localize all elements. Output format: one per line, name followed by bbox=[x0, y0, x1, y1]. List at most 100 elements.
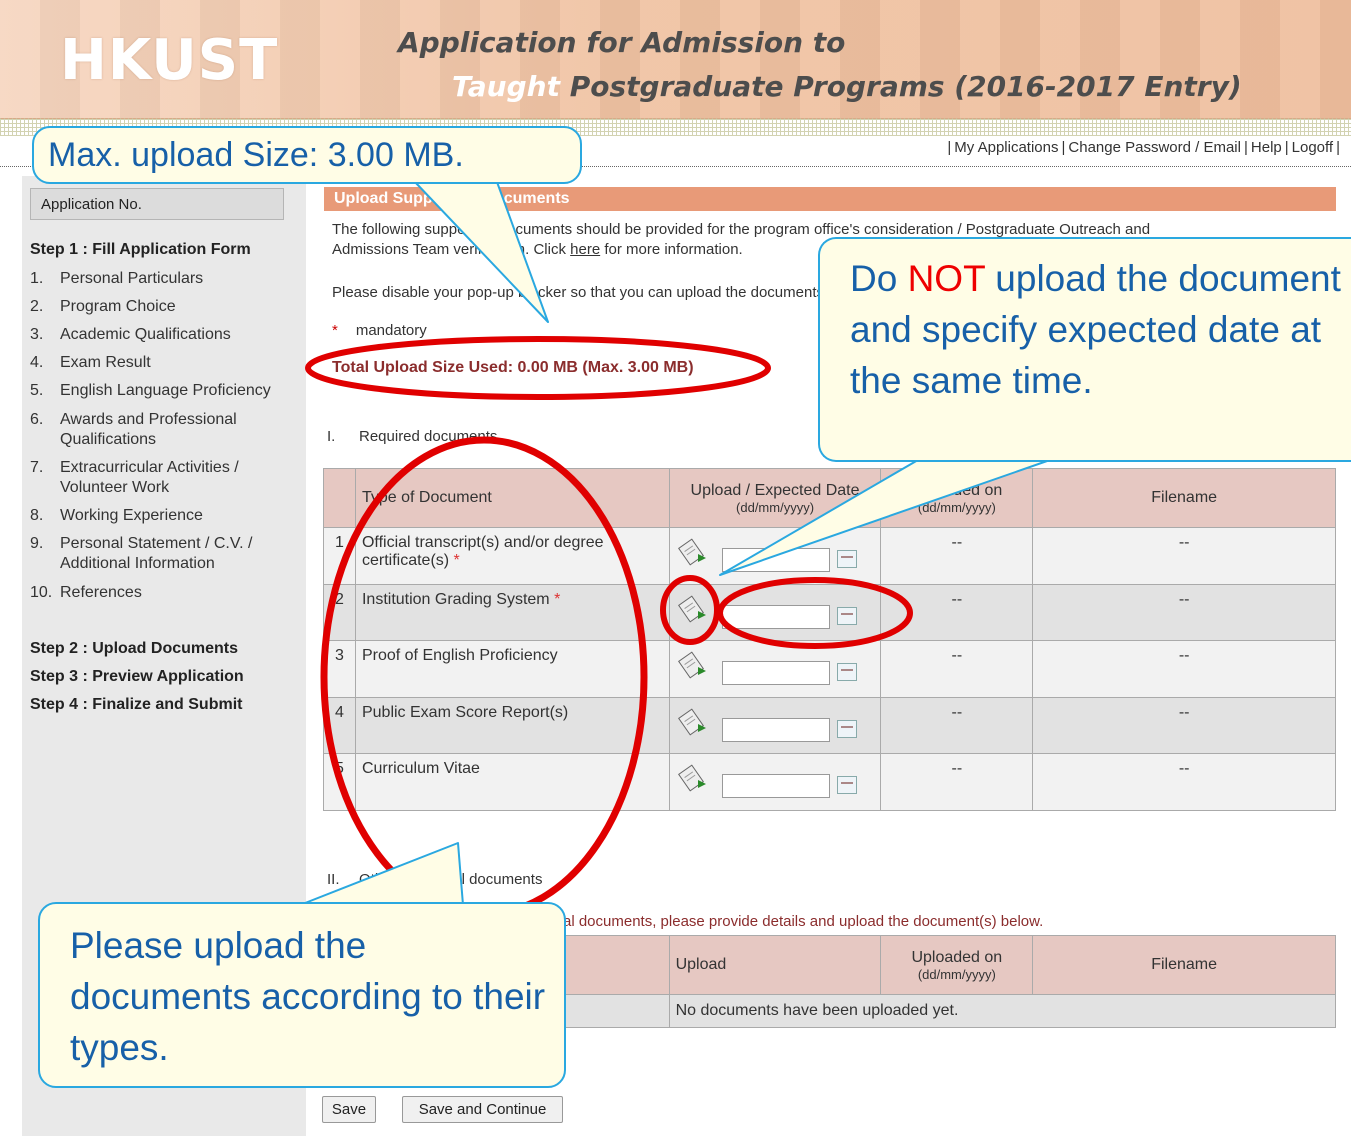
step3-label[interactable]: Step 3 : Preview Application bbox=[30, 668, 244, 686]
num-header bbox=[323, 468, 356, 528]
upload-cell bbox=[668, 697, 882, 754]
upload-header: Upload / Expected Date (dd/mm/yyyy) bbox=[668, 468, 882, 528]
upload-header-label: Upload / Expected Date bbox=[690, 481, 860, 499]
sidebar-item-working-experience[interactable]: 8. Working Experience bbox=[30, 506, 290, 526]
application-no-box: Application No. bbox=[30, 188, 284, 220]
callout-do: Do bbox=[850, 258, 908, 299]
required-title: Required documents bbox=[359, 428, 498, 445]
row-num: 2 bbox=[323, 584, 356, 641]
upload-by-type-callout: Please upload the documents according to… bbox=[38, 902, 566, 1088]
other-docs-title: II. Other additional documents bbox=[327, 871, 542, 888]
doc-type-cell: Institution Grading System * bbox=[354, 584, 670, 641]
sidebar-item-academic-qualifications[interactable]: 3. Academic Qualifications bbox=[30, 325, 290, 345]
sidebar-item-exam-result[interactable]: 4. Exam Result bbox=[30, 353, 290, 373]
save-and-continue-button[interactable]: Save and Continue bbox=[402, 1096, 563, 1123]
row-num: 3 bbox=[323, 640, 356, 698]
mandatory-label: mandatory bbox=[355, 322, 427, 339]
sidebar-item-program-choice[interactable]: 2. Program Choice bbox=[30, 297, 290, 317]
doc-type-cell: Curriculum Vitae bbox=[354, 753, 670, 811]
sidebar-item-personal-statement[interactable]: 9. Personal Statement / C.V. / Additional… bbox=[30, 534, 290, 574]
calendar-icon[interactable] bbox=[836, 607, 857, 625]
change-password-link[interactable]: Change Password / Email bbox=[1068, 139, 1241, 156]
expected-date-input[interactable] bbox=[721, 605, 830, 629]
help-link[interactable]: Help bbox=[1251, 139, 1282, 156]
upload-icon[interactable] bbox=[677, 762, 708, 792]
logoff-link[interactable]: Logoff bbox=[1292, 139, 1333, 156]
sidebar-item-english-proficiency[interactable]: 5. English Language Proficiency bbox=[30, 381, 290, 401]
sidebar-item-references[interactable]: 10. References bbox=[30, 583, 290, 603]
other-uploaded-sub: (dd/mm/yyyy) bbox=[917, 966, 996, 982]
save-button[interactable]: Save bbox=[322, 1096, 376, 1123]
sidebar-item-extracurricular[interactable]: 7. Extracurricular Activities / Volunteer… bbox=[30, 458, 290, 498]
uploaded-header: Uploaded on (dd/mm/yyyy) bbox=[880, 468, 1034, 528]
table-row: 5 Curriculum Vitae -- -- bbox=[323, 753, 1336, 811]
doc-type-cell: Public Exam Score Report(s) bbox=[354, 697, 670, 754]
do-not-upload-callout: Do NOT upload the document and specify e… bbox=[818, 237, 1351, 462]
step4-label[interactable]: Step 4 : Finalize and Submit bbox=[30, 696, 242, 714]
sidebar-item-personal-particulars[interactable]: 1. Personal Particulars bbox=[30, 269, 290, 289]
upload-icon[interactable] bbox=[677, 536, 708, 566]
my-applications-link[interactable]: My Applications bbox=[954, 139, 1058, 156]
row-num: 5 bbox=[323, 753, 356, 811]
filename-cell: -- bbox=[1032, 584, 1336, 641]
intro-line2-pre: Admissions Team verification. Click bbox=[332, 241, 571, 258]
title-rest: Postgraduate Programs (2016-2017 Entry) bbox=[559, 70, 1242, 103]
table-row: 3 Proof of English Proficiency -- -- bbox=[323, 640, 1336, 698]
other-roman: II. bbox=[327, 871, 340, 888]
header-banner: HKUST Application for Admission to Taugh… bbox=[0, 0, 1351, 119]
step1-label: Step 1 : Fill Application Form bbox=[30, 241, 251, 258]
table-row: 4 Public Exam Score Report(s) -- -- bbox=[323, 697, 1336, 754]
upload-icon[interactable] bbox=[677, 706, 708, 736]
uploaded-on-cell: -- bbox=[880, 584, 1034, 641]
upload-cell bbox=[668, 753, 882, 811]
calendar-icon[interactable] bbox=[836, 776, 857, 794]
page-title-line1: Application for Admission to bbox=[398, 26, 846, 59]
sidebar-item-awards[interactable]: 6. Awards and Professional Qualifications bbox=[30, 410, 290, 450]
uploaded-on-cell: -- bbox=[880, 753, 1034, 811]
intro-line2-post: for more information. bbox=[600, 241, 743, 258]
other-title: Other additional documents bbox=[359, 871, 543, 888]
upload-icon[interactable] bbox=[677, 593, 708, 623]
calendar-icon[interactable] bbox=[836, 720, 857, 738]
upload-cell bbox=[668, 584, 882, 641]
expected-date-input[interactable] bbox=[721, 661, 830, 685]
section-heading: Upload Supporting Documents bbox=[324, 187, 1336, 211]
mandatory-legend: * mandatory bbox=[332, 322, 427, 339]
expected-date-input[interactable] bbox=[721, 718, 830, 742]
row-num: 4 bbox=[323, 697, 356, 754]
required-star: * bbox=[554, 591, 561, 608]
upload-cell bbox=[668, 527, 882, 585]
required-star: * bbox=[453, 552, 460, 569]
more-info-link[interactable]: here bbox=[570, 241, 600, 258]
upload-icon[interactable] bbox=[677, 649, 708, 679]
calendar-icon[interactable] bbox=[836, 550, 857, 568]
hkust-logo: HKUST bbox=[60, 28, 279, 93]
other-filename-header: Filename bbox=[1032, 935, 1336, 995]
top-nav-links: | My Applications | Change Password / Email… bbox=[947, 139, 1340, 156]
title-highlight: Taught bbox=[452, 70, 560, 103]
page-title-line2: Taught Postgraduate Programs (2016-2017 … bbox=[452, 70, 1242, 103]
doc-type-cell: Official transcript(s) and/or degree cer… bbox=[354, 527, 670, 585]
filename-cell: -- bbox=[1032, 697, 1336, 754]
other-uploaded-label: Uploaded on bbox=[911, 948, 1003, 966]
step2-label[interactable]: Step 2 : Upload Documents bbox=[30, 640, 238, 658]
filename-cell: -- bbox=[1032, 640, 1336, 698]
doc-type-label: Institution Grading System bbox=[361, 591, 550, 608]
mandatory-star: * bbox=[332, 322, 338, 339]
expected-date-input[interactable] bbox=[721, 774, 830, 798]
uploaded-header-sub: (dd/mm/yyyy) bbox=[917, 499, 996, 515]
other-docs-instruction: al documents, please provide details and… bbox=[563, 913, 1044, 930]
total-upload-size: Total Upload Size Used: 0.00 MB (Max. 3.… bbox=[332, 359, 694, 376]
upload-header-sub: (dd/mm/yyyy) bbox=[736, 499, 815, 515]
expected-date-input[interactable] bbox=[721, 548, 830, 572]
doc-type-cell: Proof of English Proficiency bbox=[354, 640, 670, 698]
popup-note: Please disable your pop-up blocker so th… bbox=[332, 284, 829, 301]
table-row: 2 Institution Grading System * -- -- bbox=[323, 584, 1336, 641]
filename-header: Filename bbox=[1032, 468, 1336, 528]
max-size-callout: Max. upload Size: 3.00 MB. bbox=[32, 126, 582, 184]
required-docs-title: I. Required documents bbox=[327, 428, 497, 445]
calendar-icon[interactable] bbox=[836, 663, 857, 681]
other-upload-header: Upload bbox=[668, 935, 882, 995]
table-row: 1 Official transcript(s) and/or degree c… bbox=[323, 527, 1336, 585]
filename-cell: -- bbox=[1032, 527, 1336, 585]
